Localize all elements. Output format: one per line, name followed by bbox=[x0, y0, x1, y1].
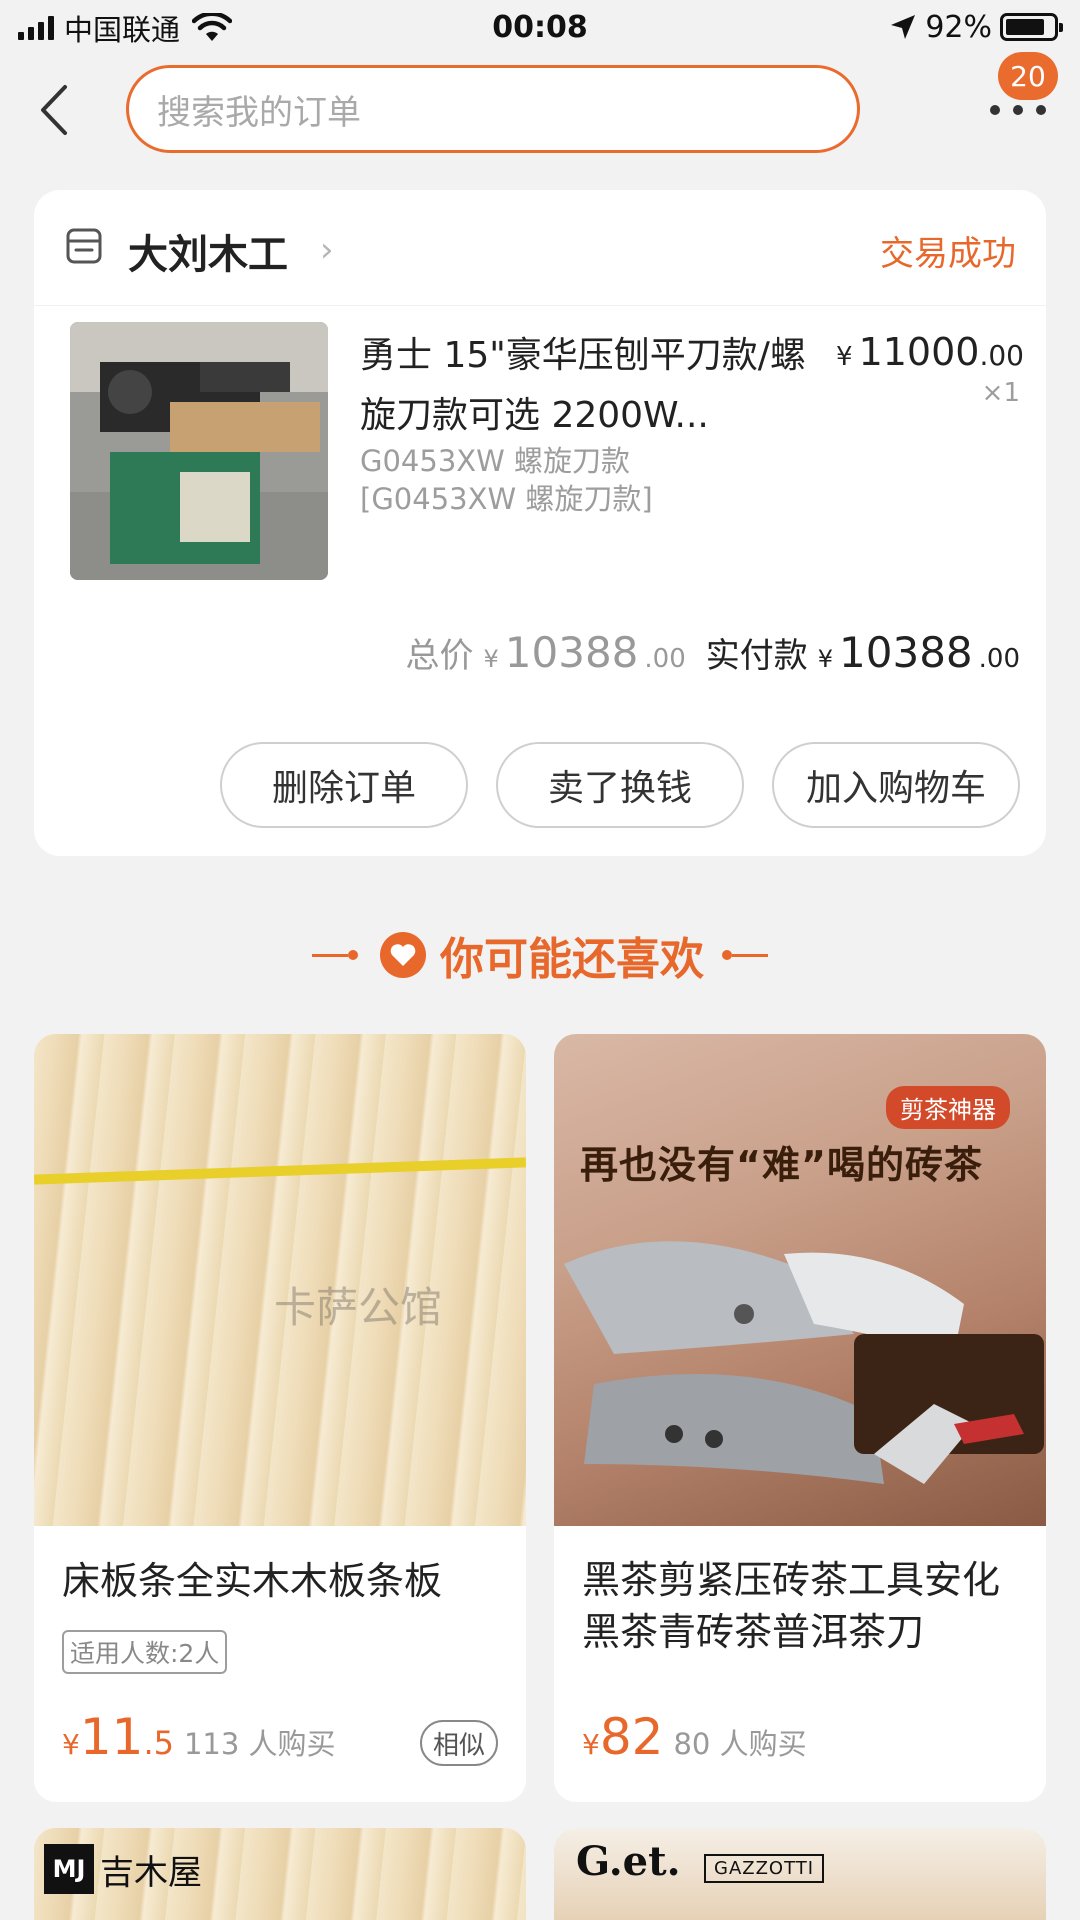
product-image[interactable] bbox=[70, 322, 328, 580]
order-status: 交易成功 bbox=[880, 234, 1016, 274]
delete-order-button[interactable]: 删除订单 bbox=[220, 742, 468, 828]
currency-symbol: ¥ bbox=[483, 645, 499, 673]
sku-line: [G0453XW 螺旋刀款] bbox=[360, 482, 653, 516]
currency-symbol: ¥ bbox=[582, 1728, 600, 1761]
status-bar: 中国联通 00:08 92% bbox=[0, 0, 1080, 56]
back-button[interactable] bbox=[26, 80, 82, 140]
card-title: 黑茶剪紧压砖茶工具安化黑茶青砖茶普洱茶刀 bbox=[582, 1558, 1001, 1654]
sku-line: G0453XW 螺旋刀款 bbox=[360, 444, 631, 478]
order-totals: 总价 ¥10388.00 实付款 ¥10388.00 bbox=[406, 628, 1021, 677]
status-right: 92% bbox=[889, 9, 1063, 45]
divider-right bbox=[722, 950, 768, 960]
recommend-title: 你可能还喜欢 bbox=[440, 934, 704, 985]
total-label: 总价 bbox=[405, 636, 474, 676]
similar-button[interactable]: 相似 bbox=[420, 1720, 498, 1766]
paid-integer: 10388 bbox=[839, 628, 973, 677]
dot bbox=[990, 105, 1000, 115]
currency-symbol: ¥ bbox=[62, 1728, 80, 1761]
order-list-page: 中国联通 00:08 92% 搜索我的订单 20 大刘木工 › 交易成功 勇士 … bbox=[0, 0, 1080, 1920]
planer-machine-image bbox=[70, 322, 328, 580]
sold-count: 113 人购买 bbox=[183, 1727, 336, 1761]
search-placeholder: 搜索我的订单 bbox=[157, 92, 361, 133]
logo-mark: MJ bbox=[44, 1844, 94, 1894]
brand-logo: MJ 吉木屋 bbox=[44, 1844, 202, 1894]
watermark: 卡萨公馆 bbox=[274, 1283, 443, 1332]
recommend-header: 你可能还喜欢 bbox=[0, 920, 1080, 990]
heart-icon bbox=[380, 932, 426, 978]
brand-logo: G.et. bbox=[576, 1838, 681, 1885]
cutter-illustration bbox=[564, 1241, 1044, 1484]
card-price: ¥11.5 113 人购买 bbox=[62, 1708, 336, 1766]
card-title: 床板条全实木木板条板 bbox=[62, 1559, 443, 1603]
product-sku: G0453XW 螺旋刀款 [G0453XW 螺旋刀款] bbox=[360, 442, 760, 518]
paid-decimal: .00 bbox=[978, 644, 1020, 674]
shop-row[interactable]: 大刘木工 › 交易成功 bbox=[34, 190, 1046, 306]
resell-button[interactable]: 卖了换钱 bbox=[496, 742, 744, 828]
message-count-badge: 20 bbox=[998, 52, 1058, 100]
card-price: ¥82 80 人购买 bbox=[582, 1708, 807, 1766]
price-integer: 11 bbox=[79, 1708, 144, 1766]
sold-count: 80 人购买 bbox=[673, 1727, 807, 1761]
search-input[interactable]: 搜索我的订单 bbox=[126, 65, 860, 153]
recommend-card[interactable]: 卡萨公馆 床板条全实木木板条板 适用人数:2人 ¥11.5 113 人购买 相似 bbox=[34, 1034, 526, 1802]
wood-strips-image[interactable]: 卡萨公馆 bbox=[34, 1034, 526, 1526]
dot bbox=[1036, 105, 1046, 115]
battery-icon bbox=[1000, 13, 1063, 41]
logo-text: 吉木屋 bbox=[100, 1852, 202, 1893]
price-decimal: .00 bbox=[979, 339, 1024, 372]
currency-symbol: ¥ bbox=[817, 645, 834, 673]
tea-cutter-image[interactable]: 剪茶神器 再也没有“难”喝的砖茶 bbox=[554, 1034, 1046, 1526]
total-decimal: .00 bbox=[644, 644, 686, 674]
recommend-card[interactable]: G.et. GAZZOTTI bbox=[554, 1828, 1046, 1920]
recommend-card[interactable]: 剪茶神器 再也没有“难”喝的砖茶 黑茶剪紧压砖茶工具安化黑茶青砖茶普洱茶刀 ¥8… bbox=[554, 1034, 1046, 1802]
wood-planks-image[interactable]: MJ 吉木屋 bbox=[34, 1828, 526, 1920]
product-title[interactable]: 勇士 15"豪华压刨平刀款/螺旋刀款可选 2200W... bbox=[360, 326, 840, 446]
product-quantity: ×1 bbox=[981, 378, 1020, 408]
total-integer: 10388 bbox=[504, 628, 639, 677]
card-tag: 适用人数:2人 bbox=[62, 1630, 228, 1674]
price-integer: 11000 bbox=[858, 330, 980, 374]
brand-logo: GAZZOTTI bbox=[704, 1854, 825, 1883]
currency-symbol: ¥ bbox=[836, 342, 853, 372]
chevron-left-icon bbox=[41, 85, 67, 135]
location-arrow-icon bbox=[891, 15, 916, 39]
divider-left bbox=[312, 950, 358, 960]
battery-percent: 92% bbox=[925, 9, 992, 45]
product-price: ¥11000.00 bbox=[836, 330, 1024, 374]
recommend-card[interactable]: MJ 吉木屋 bbox=[34, 1828, 526, 1920]
promo-badge: 剪茶神器 bbox=[886, 1086, 1010, 1129]
shop-icon bbox=[66, 228, 102, 264]
paid-label: 实付款 bbox=[705, 636, 808, 676]
promo-headline: 再也没有“难”喝的砖茶 bbox=[580, 1143, 983, 1187]
dot bbox=[1013, 105, 1023, 115]
shop-name[interactable]: 大刘木工 bbox=[128, 222, 288, 280]
price-decimal: .5 bbox=[143, 1724, 174, 1762]
order-actions: 删除订单 卖了换钱 加入购物车 bbox=[220, 742, 1020, 828]
add-to-cart-button[interactable]: 加入购物车 bbox=[772, 742, 1020, 828]
flooring-image[interactable]: G.et. GAZZOTTI bbox=[554, 1828, 1046, 1920]
chevron-right-icon: › bbox=[320, 230, 334, 270]
price-integer: 82 bbox=[599, 1708, 664, 1766]
order-card[interactable]: 大刘木工 › 交易成功 勇士 15"豪华压刨平刀款/螺旋刀款可选 2200W..… bbox=[34, 190, 1046, 856]
strap bbox=[34, 1157, 526, 1185]
